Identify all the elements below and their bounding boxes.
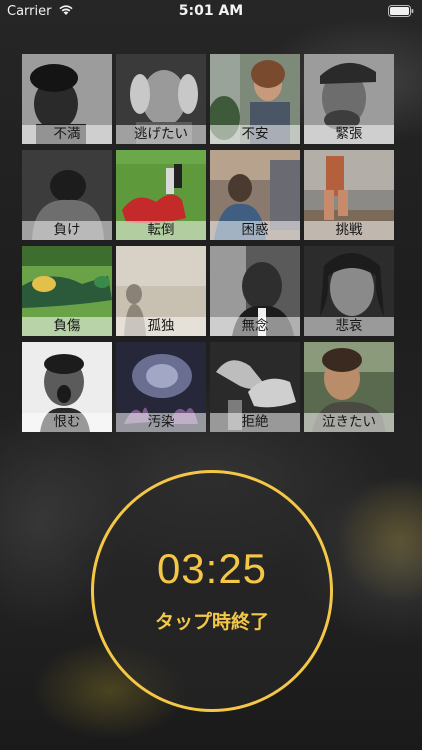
emotion-tile[interactable]: 緊張 — [304, 54, 394, 144]
timer-caption: タップ時終了 — [154, 611, 269, 633]
tile-label: 挑戦 — [335, 222, 363, 238]
emotion-tile[interactable]: 孤独 — [116, 246, 206, 336]
timer-countdown: 03:25 — [156, 545, 268, 592]
tile-label: 緊張 — [335, 126, 363, 142]
emotion-tile[interactable]: 困惑 — [210, 150, 300, 240]
tile-label: 負け — [53, 222, 81, 238]
emotion-tile[interactable]: 拒絶 — [210, 342, 300, 432]
emotion-tile[interactable]: 負け — [22, 150, 112, 240]
emotion-tile[interactable]: 転倒 — [116, 150, 206, 240]
tile-label: 汚染 — [147, 414, 175, 430]
tile-label: 負傷 — [53, 318, 81, 334]
emotion-tile[interactable]: 泣きたい — [304, 342, 394, 432]
emotion-tile[interactable]: 汚染 — [116, 342, 206, 432]
emotion-tile[interactable]: 逃げたい — [116, 54, 206, 144]
tile-label: 孤独 — [147, 318, 175, 334]
tile-label: 泣きたい — [322, 414, 376, 430]
emotion-tile[interactable]: 不満 — [22, 54, 112, 144]
emotion-tile[interactable]: 不安 — [210, 54, 300, 144]
tile-label: 恨む — [53, 414, 81, 430]
tile-label: 不満 — [53, 126, 81, 142]
tile-label: 転倒 — [147, 222, 175, 238]
tile-label: 無念 — [241, 318, 269, 334]
tile-label: 悲哀 — [335, 318, 363, 334]
timer-stop-button[interactable]: 03:25 タップ時終了 — [91, 470, 333, 712]
emotion-tile[interactable]: 負傷 — [22, 246, 112, 336]
emotion-tile[interactable]: 挑戦 — [304, 150, 394, 240]
emotion-tile[interactable]: 恨む — [22, 342, 112, 432]
status-bar: Carrier 5:01 AM — [0, 0, 422, 24]
battery-icon — [388, 5, 414, 17]
tile-label: 困惑 — [241, 222, 269, 238]
app-screen: Carrier 5:01 AM 不満 逃げたい 不安 緊張 負け 転倒 困惑 挑… — [0, 0, 422, 750]
tile-label: 拒絶 — [241, 414, 269, 430]
status-time: 5:01 AM — [178, 3, 244, 19]
emotion-tile[interactable]: 悲哀 — [304, 246, 394, 336]
tile-label: 逃げたい — [134, 126, 188, 142]
emotion-grid: 不満 逃げたい 不安 緊張 負け 転倒 困惑 挑戦 負傷 孤独 無念 悲哀 恨む… — [22, 54, 400, 434]
emotion-tile[interactable]: 無念 — [210, 246, 300, 336]
tile-label: 不安 — [241, 126, 269, 142]
